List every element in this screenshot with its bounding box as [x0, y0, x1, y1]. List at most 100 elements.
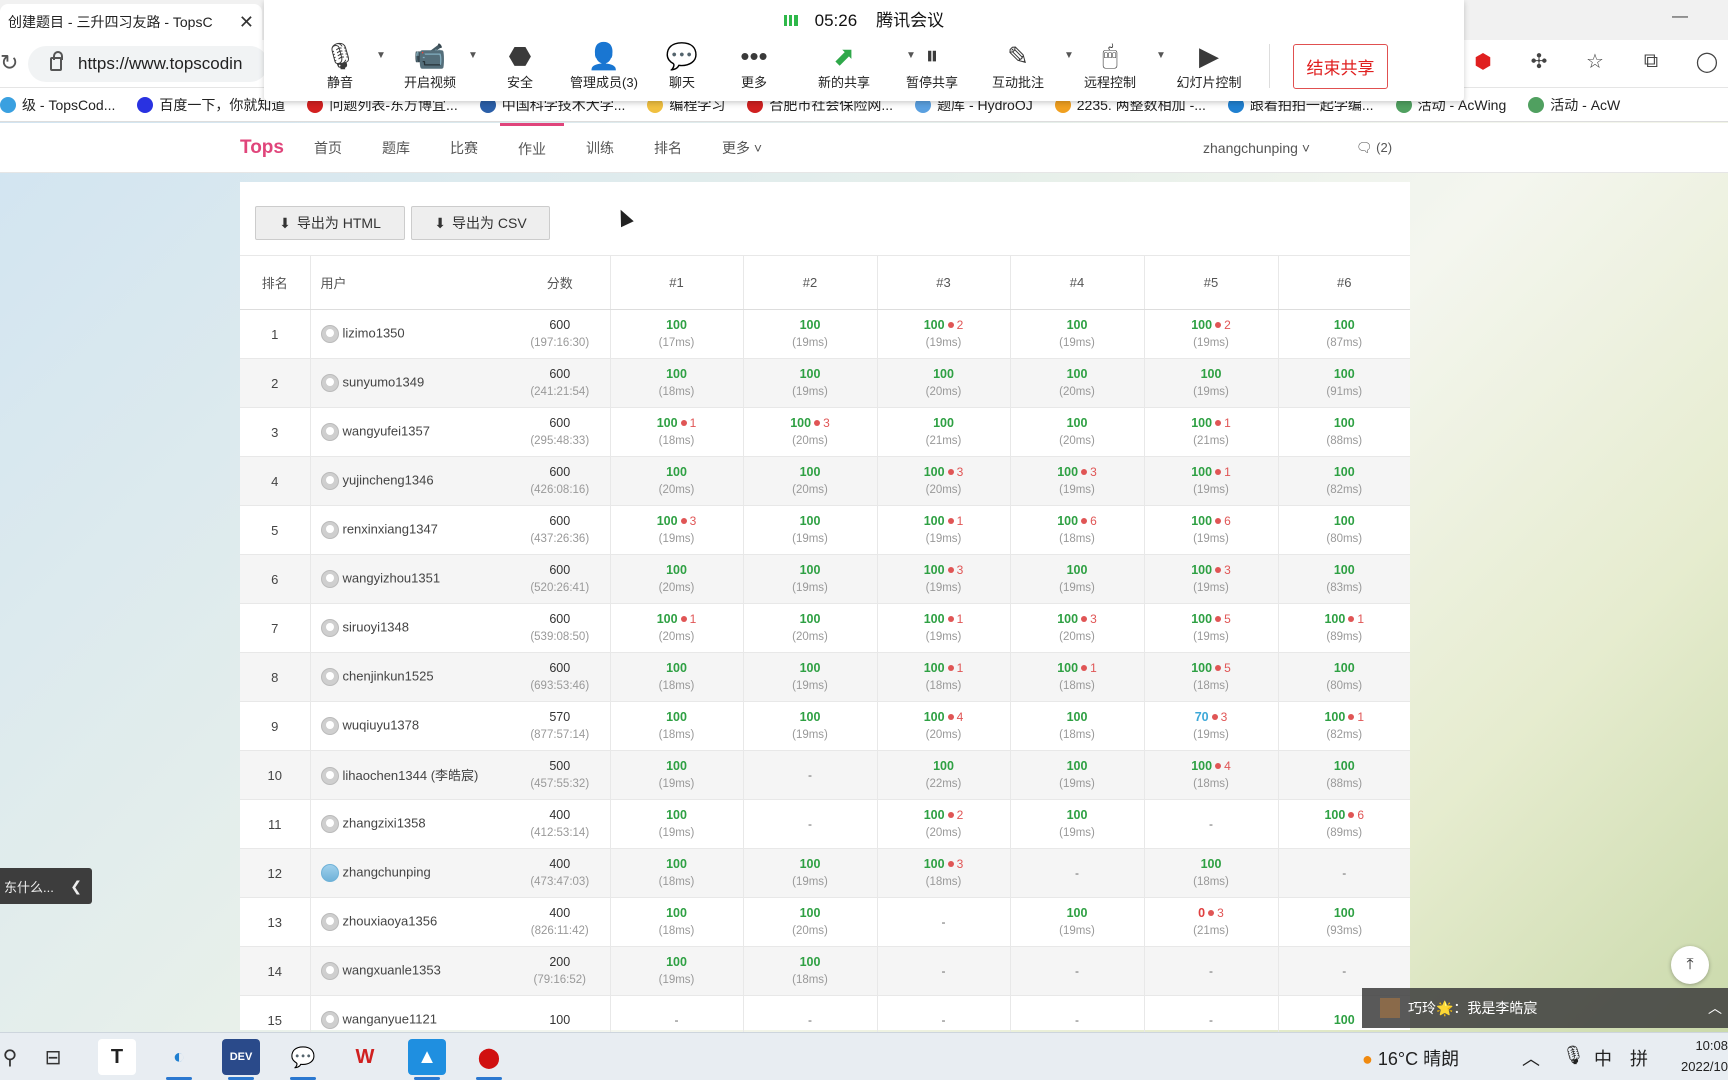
- problem-score[interactable]: 100: [1067, 759, 1088, 773]
- user-cell[interactable]: zhangzixi1358: [309, 799, 510, 849]
- problem-2-cell[interactable]: 100 3 (20ms): [742, 407, 877, 457]
- typora-app-icon[interactable]: T: [98, 1039, 136, 1075]
- problem-score[interactable]: 100: [924, 661, 945, 675]
- problem-score[interactable]: 100: [666, 955, 687, 969]
- username[interactable]: zhouxiaoya1356: [343, 913, 438, 928]
- lock-icon[interactable]: [50, 51, 63, 71]
- minimize-icon[interactable]: —: [1672, 8, 1688, 26]
- problem-5-cell[interactable]: 100 6 (19ms): [1143, 505, 1278, 555]
- username[interactable]: zhangzixi1358: [343, 815, 426, 830]
- problem-1-cell[interactable]: 100 (18ms): [609, 652, 743, 702]
- problem-1-cell[interactable]: 100 (18ms): [609, 897, 743, 947]
- problem-score[interactable]: 100: [1334, 906, 1355, 920]
- problem-score[interactable]: 100: [1067, 367, 1088, 381]
- user-cell[interactable]: chenjinkun1525: [309, 652, 510, 702]
- problem-4-cell[interactable]: 100 1 (18ms): [1009, 652, 1144, 702]
- problem-score[interactable]: 100: [1067, 318, 1088, 332]
- bookmark-item[interactable]: 级 - TopsCod...: [0, 95, 115, 115]
- chevron-left-icon[interactable]: ❮: [70, 878, 82, 895]
- problem-4-cell[interactable]: 100 (19ms): [1009, 309, 1144, 359]
- adblock-extension-icon[interactable]: ⬢: [1470, 48, 1496, 74]
- manage-members-button[interactable]: 👤 管理成员(3): [556, 40, 652, 91]
- problem-1-cell[interactable]: 100 1 (18ms): [609, 407, 743, 457]
- problem-score[interactable]: 100: [1191, 416, 1212, 430]
- problem-6-cell[interactable]: 100 (80ms): [1277, 652, 1410, 702]
- problem-6-cell[interactable]: 100 (80ms): [1277, 505, 1410, 555]
- header-problem-1[interactable]: #1: [609, 255, 743, 310]
- problem-2-cell[interactable]: 100 (19ms): [742, 309, 877, 359]
- problem-score[interactable]: 100: [800, 367, 821, 381]
- username[interactable]: wangyizhou1351: [343, 570, 441, 585]
- problem-3-cell[interactable]: 100 2 (19ms): [876, 309, 1010, 359]
- problem-5-cell[interactable]: 100 1 (21ms): [1143, 407, 1278, 457]
- problem-4-cell[interactable]: 100 (19ms): [1009, 554, 1144, 604]
- problem-score[interactable]: 100: [666, 318, 687, 332]
- problem-score[interactable]: 70: [1195, 710, 1209, 724]
- problem-score[interactable]: 100: [1067, 808, 1088, 822]
- problem-score[interactable]: 100: [1334, 318, 1355, 332]
- system-clock[interactable]: 10:08 2022/10: [1668, 1035, 1728, 1077]
- pause-share-button[interactable]: ⏸ 暂停共享: [892, 40, 972, 91]
- problem-2-cell[interactable]: 100 (18ms): [742, 946, 877, 996]
- profile-avatar-icon[interactable]: ◯: [1694, 48, 1720, 74]
- problem-score[interactable]: 100: [924, 808, 945, 822]
- problem-6-cell[interactable]: 100 (93ms): [1277, 897, 1410, 947]
- problem-3-cell[interactable]: 100 (22ms): [876, 750, 1010, 800]
- problem-score[interactable]: 100: [657, 612, 678, 626]
- username[interactable]: wangyufei1357: [343, 423, 430, 438]
- problem-score[interactable]: 100: [666, 808, 687, 822]
- problem-6-cell[interactable]: 100 (88ms): [1277, 750, 1410, 800]
- username[interactable]: yujincheng1346: [343, 472, 434, 487]
- nav-more[interactable]: 更多 ˅: [722, 123, 762, 173]
- user-cell[interactable]: wangyizhou1351: [309, 554, 510, 604]
- video-options-caret-icon[interactable]: ▼: [468, 50, 478, 61]
- problem-score[interactable]: 100: [800, 563, 821, 577]
- problem-2-cell[interactable]: 100 (19ms): [742, 701, 877, 751]
- problem-5-cell[interactable]: 0 3 (21ms): [1143, 897, 1278, 947]
- chevron-up-icon[interactable]: ︿: [1708, 998, 1722, 1018]
- problem-2-cell[interactable]: 100 (19ms): [742, 358, 877, 408]
- problem-1-cell[interactable]: 100 (18ms): [609, 358, 743, 408]
- problem-score[interactable]: 100: [800, 955, 821, 969]
- problem-6-cell[interactable]: 100 6 (89ms): [1277, 799, 1410, 849]
- problem-4-cell[interactable]: 100 (19ms): [1009, 750, 1144, 800]
- problem-4-cell[interactable]: 100 (20ms): [1009, 407, 1144, 457]
- username[interactable]: wangxuanle1353: [343, 962, 441, 977]
- user-cell[interactable]: zhouxiaoya1356: [309, 897, 510, 947]
- user-cell[interactable]: wuqiuyu1378: [309, 701, 510, 751]
- problem-score[interactable]: 100: [1334, 416, 1355, 430]
- mute-button[interactable]: 🎙 静音: [300, 40, 380, 91]
- header-problem-3[interactable]: #3: [876, 255, 1010, 310]
- ime-pinyin[interactable]: 拼: [1630, 1045, 1648, 1071]
- problem-score[interactable]: 100: [924, 465, 945, 479]
- problem-score[interactable]: 100: [1191, 318, 1212, 332]
- problem-score[interactable]: 100: [1334, 759, 1355, 773]
- problem-2-cell[interactable]: 100 (20ms): [742, 897, 877, 947]
- problem-4-cell[interactable]: 100 (18ms): [1009, 701, 1144, 751]
- problem-score[interactable]: 100: [1201, 367, 1222, 381]
- problem-5-cell[interactable]: 70 3 (19ms): [1143, 701, 1278, 751]
- problem-4-cell[interactable]: 100 (19ms): [1009, 799, 1144, 849]
- microphone-tray-icon[interactable]: 🎙: [1562, 1045, 1585, 1066]
- username[interactable]: lizimo1350: [343, 325, 405, 340]
- problem-score[interactable]: 100: [1191, 514, 1212, 528]
- nav-problems[interactable]: 题库: [382, 123, 410, 173]
- problem-5-cell[interactable]: 100 5 (19ms): [1143, 603, 1278, 653]
- problem-score[interactable]: 100: [933, 367, 954, 381]
- problem-score[interactable]: 100: [924, 710, 945, 724]
- username[interactable]: zhangchunping: [343, 864, 431, 879]
- problem-6-cell[interactable]: 100 1 (82ms): [1277, 701, 1410, 751]
- wechat-app-icon[interactable]: 💬: [284, 1039, 322, 1080]
- username[interactable]: wanganyue1121: [343, 1011, 437, 1026]
- nav-homework[interactable]: 作业: [500, 123, 564, 173]
- weather-widget[interactable]: ● 16°C 晴朗: [1362, 1045, 1459, 1071]
- problem-5-cell[interactable]: 100 4 (18ms): [1143, 750, 1278, 800]
- problem-score[interactable]: 100: [800, 465, 821, 479]
- problem-2-cell[interactable]: 100 (19ms): [742, 652, 877, 702]
- problem-3-cell[interactable]: 100 (21ms): [876, 407, 1010, 457]
- problem-score[interactable]: 100: [924, 514, 945, 528]
- problem-score[interactable]: 100: [800, 857, 821, 871]
- problem-score[interactable]: 100: [933, 416, 954, 430]
- problem-1-cell[interactable]: 100 (20ms): [609, 554, 743, 604]
- problem-1-cell[interactable]: 100 (19ms): [609, 799, 743, 849]
